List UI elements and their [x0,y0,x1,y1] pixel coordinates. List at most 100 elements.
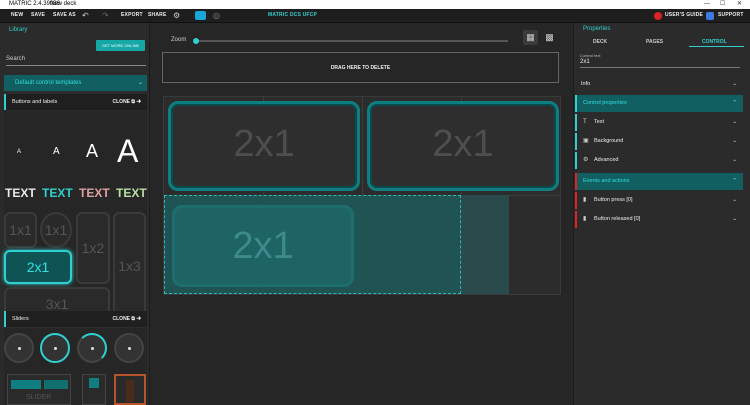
zoom-label: Zoom [171,37,187,43]
device-icon[interactable] [195,11,206,20]
save-as-button[interactable]: SAVE AS [53,12,76,18]
label-large[interactable]: A [117,133,138,170]
info-label: Info [581,81,591,87]
buttons-section-header[interactable]: Buttons and labels CLONE ⧉ ➜ [4,94,147,110]
chevron-down-icon: ⌄ [137,80,143,86]
zoom-thumb[interactable] [193,38,199,44]
control-tile-1[interactable]: 2x1 [168,101,360,191]
title-bar: MATRIC 2.4.39986 New deck — ☐ ✕ [0,0,750,9]
vertical-slider[interactable] [82,374,106,405]
button-1x1-round[interactable]: 1x1 [40,212,72,248]
clone-label: CLONE [112,316,131,322]
knob-1[interactable] [4,333,34,363]
advanced-label: Advanced [594,157,619,163]
layout-view-icon[interactable]: ▩ [542,30,557,45]
active-tab-indicator [689,46,744,47]
control-properties-label: Control properties [583,100,627,106]
clone-sliders-button[interactable]: CLONE ⧉ ➜ [113,311,141,327]
knob-2[interactable] [40,333,70,363]
text-section[interactable]: T Text ⌄ [575,114,743,131]
button-released-label: Button released [0] [594,216,641,222]
text-icon: T [583,119,587,125]
export-button[interactable]: EXPORT [121,12,143,18]
chevron-down-icon: ⌄ [732,157,737,163]
redo-icon[interactable]: ↷ [102,11,109,21]
new-button[interactable]: NEW [11,12,23,18]
vertical-slider-orange[interactable] [114,374,146,405]
chevron-down-icon: ⌄ [732,81,737,87]
maximize-button[interactable]: ☐ [720,0,725,9]
slider-fill-2 [44,380,68,389]
circle-settings-icon[interactable]: ◎ [213,11,220,21]
sliders-palette: SLIDER [4,328,147,405]
advanced-section[interactable]: ⚙ Advanced ⌄ [575,152,743,169]
chevron-up-icon: ⌃ [732,178,737,184]
search-input[interactable]: Search [6,56,146,66]
undo-icon[interactable]: ↶ [82,11,89,21]
template-selector[interactable]: Default control templates ⌄ [4,75,147,91]
control-tile-3-dragging[interactable]: 2x1 [172,205,354,287]
gear-icon[interactable]: ⚙ [173,11,180,21]
control-tile-2[interactable]: 2x1 [367,101,559,191]
label-small[interactable]: A [53,146,60,157]
horizontal-slider[interactable]: SLIDER [7,374,71,405]
toolbar: NEW SAVE SAVE AS ↶ ↷ EXPORT SHARE ⚙ ◎ MA… [0,9,750,23]
text-sample-white[interactable]: TEXT [5,186,36,200]
clone-button[interactable]: CLONE ⧉ ➜ [113,94,141,110]
delete-drop-zone[interactable]: DRAG HERE TO DELETE [162,52,559,83]
users-guide-icon[interactable] [654,12,662,20]
button-2x1-selected[interactable]: 2x1 [4,250,72,284]
label-tiny[interactable]: A [17,149,21,155]
button-1x3[interactable]: 1x3 [113,212,146,320]
tab-deck[interactable]: DECK [593,39,607,45]
event-icon: ▮ [583,216,587,222]
control-text-input[interactable]: 2x1 [580,59,740,68]
get-more-online-button[interactable]: GET MORE ONLINE [96,40,145,51]
close-window-button[interactable]: ✕ [737,0,742,9]
text-sample-green[interactable]: TEXT [116,186,147,200]
slider-track [126,380,134,402]
tab-control[interactable]: CONTROL [702,39,727,45]
events-section[interactable]: Events and actions ⌃ [575,173,743,190]
slider-handle [89,378,99,388]
button-1x2[interactable]: 1x2 [76,212,110,284]
sliders-section-header[interactable]: Sliders CLONE ⧉ ➜ [4,311,147,327]
tab-pages[interactable]: PAGES [646,39,663,45]
support-icon[interactable] [706,12,714,20]
button-press-section[interactable]: ▮ Button press [0] ⌄ [575,192,743,209]
knob-dot [54,347,57,350]
text-label: Text [594,119,605,125]
support-button[interactable]: SUPPORT [718,12,744,18]
text-sample-pink[interactable]: TEXT [79,186,110,200]
zoom-slider[interactable] [196,40,508,42]
template-label: Default control templates [15,80,82,86]
users-guide-button[interactable]: USER'S GUIDE [665,12,703,18]
knob-dot [91,347,94,350]
grid-view-icon[interactable]: ▦ [523,30,538,45]
save-button[interactable]: SAVE [31,12,45,18]
chevron-down-icon: ⌄ [732,216,737,222]
background-label: Background [594,138,624,144]
chevron-down-icon: ⌄ [732,138,737,144]
background-section[interactable]: ▣ Background ⌄ [575,133,743,150]
chevron-down-icon: ⌄ [732,197,737,203]
sliders-section-title: Sliders [12,316,29,322]
text-sample-teal[interactable]: TEXT [42,186,73,200]
control-properties-section[interactable]: Control properties ⌃ [575,95,743,112]
minimize-button[interactable]: — [704,0,710,9]
knob-3[interactable] [77,333,107,363]
deck-title: MATRIC DCS UFCP [268,12,318,18]
button-released-section[interactable]: ▮ Button released [0] ⌄ [575,211,743,228]
button-1x1-a[interactable]: 1x1 [4,212,37,248]
label-medium[interactable]: A [86,141,98,162]
info-section[interactable]: Info ⌄ [575,76,743,93]
knob-4[interactable] [114,333,144,363]
library-content: Library GET MORE ONLINE Search Default c… [0,23,150,405]
deck-grid[interactable]: 2x1 2x1 2x1 [163,96,561,295]
chevron-down-icon: ⌄ [732,119,737,125]
advanced-icon: ⚙ [583,157,589,163]
share-button[interactable]: SHARE [148,12,167,18]
chevron-up-icon: ⌃ [732,100,737,106]
deck-name: New deck [50,1,77,7]
events-label: Events and actions [583,178,630,184]
